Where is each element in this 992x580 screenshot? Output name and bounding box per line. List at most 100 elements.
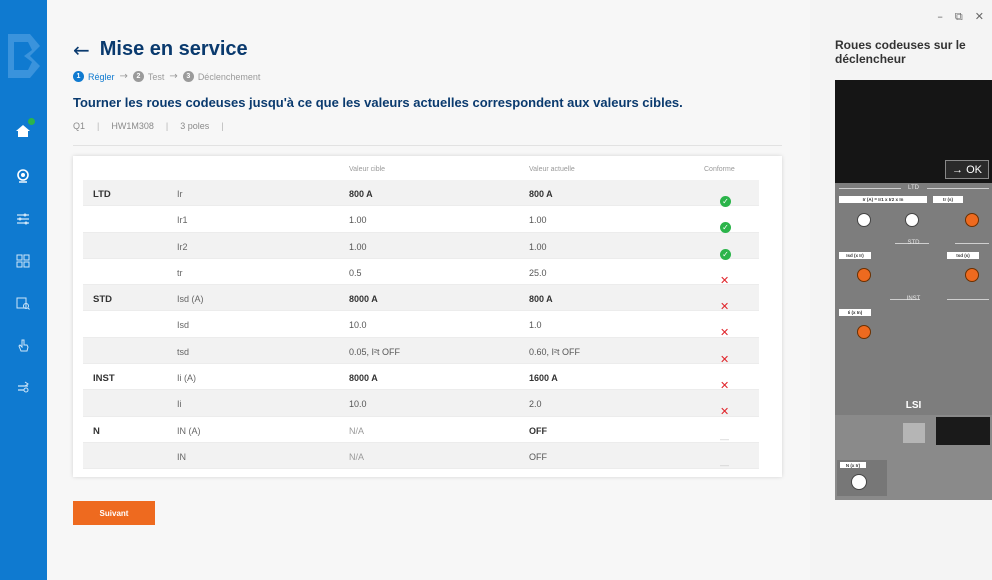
table-row: STD Isd (A) 8000 A 800 A ✕ [83,285,759,313]
table-row: Ir1 1.00 1.00 ✓ [83,206,759,234]
nav-rail [0,0,47,580]
settings-icon[interactable] [12,376,34,398]
step-1-label[interactable]: Régler [88,72,115,82]
table-row: Isd 10.0 1.0 ✕ [83,311,759,339]
row-target-value: N/A [349,425,365,436]
dial-isd[interactable] [857,268,871,282]
row-group: INST [93,373,115,385]
row-parameter: Isd [177,320,190,331]
sliders-icon[interactable] [12,208,34,230]
section-line [927,188,989,189]
row-actual-value: 2.0 [529,399,542,410]
hand-icon[interactable] [12,334,34,356]
dial-tr[interactable] [965,213,979,227]
arrow-right-icon: → [119,71,128,82]
row-actual-value: 1.00 [529,241,547,252]
meta-separator: | [97,121,100,131]
header-target: Valeur cible [349,166,386,173]
dial-ir2[interactable] [905,213,919,227]
row-actual-value: 800 A [529,189,553,199]
table-row: LTD Ir 800 A 800 A ✓ [83,180,759,207]
step-1-number: 1 [73,71,84,82]
row-target-value: 8000 A [349,294,378,305]
dial-isd-label: Isd (x Ir) [839,252,871,259]
location-icon[interactable] [12,166,34,188]
stepper: 1 Régler → 2 Test → 3 Déclenchement [73,71,260,82]
arrow-left-icon[interactable]: ← [73,40,90,60]
section-line [955,243,989,244]
meta-separator: | [221,121,224,131]
table-row: N IN (A) N/A OFF — [83,417,759,444]
header-status: Conforme [704,166,735,173]
dial-tsd[interactable] [965,268,979,282]
row-parameter: tr [177,267,183,278]
maximize-icon[interactable]: ⧉ [955,10,963,24]
home-icon[interactable] [12,117,36,142]
table-header: Valeur cible Valeur actuelle Conforme [73,156,782,180]
row-parameter: IN (A) [177,425,201,436]
trip-unit-type-label: LSI [905,400,922,411]
neutral-dial-panel: N (x Ir) [837,460,887,496]
header-actual: Valeur actuelle [529,166,575,173]
dial-tsd-label: tsd (s) [947,252,979,259]
table-row: INST Ii (A) 8000 A 1600 A ✕ [83,364,759,392]
row-group: N [93,425,100,437]
row-parameter: Isd (A) [177,294,204,305]
table-row: tsd 0.05, I²t OFF 0.60, I²t OFF ✕ [83,337,759,365]
dial-n-label: N (x Ir) [840,462,866,468]
row-target-value: 0.05, I²t OFF [349,346,401,357]
row-actual-value: OFF [529,425,547,436]
home-status-badge [27,117,36,126]
dash-icon: — [720,459,729,470]
row-parameter: IN [177,451,186,462]
row-parameter: Ir [177,189,183,199]
meta-model: HW1M308 [111,121,154,131]
step-3-number: 3 [182,71,194,82]
step-3-label[interactable]: Déclenchement [198,72,261,82]
side-panel-title: Roues codeuses sur le déclencheur [835,38,966,66]
ok-button[interactable]: → OK [945,160,989,179]
dial-n[interactable] [851,474,867,490]
minimize-icon[interactable]: – [937,10,943,24]
app-root: ← Mise en service 1 Régler → 2 Test → 3 … [0,0,992,580]
row-parameter: Ii [177,399,182,410]
table-row: Ir2 1.00 1.00 ✓ [83,232,759,260]
row-parameter: Ii (A) [177,373,196,384]
row-actual-value: 0.60, I²t OFF [529,346,581,357]
dial-ii[interactable] [857,325,871,339]
row-actual-value: 25.0 [529,267,547,278]
row-parameter: Ir1 [177,215,188,226]
grid-icon[interactable] [12,250,34,272]
step-2-label[interactable]: Test [148,72,165,82]
dial-ir1[interactable] [857,213,871,227]
table-row: tr 0.5 25.0 ✕ [83,259,759,286]
instruction-text: Tourner les roues codeuses jusqu'à ce qu… [73,95,683,110]
step-2-number: 2 [132,71,144,82]
row-target-value: 800 A [349,189,373,199]
table-body: LTD Ir 800 A 800 A ✓ Ir1 1.00 1.00 ✓ Ir2 1.00 1.00 ✓… [83,180,759,470]
row-target-value: N/A [349,451,365,462]
row-target-value: 10.0 [349,399,367,410]
row-target-value: 8000 A [349,373,378,384]
trip-unit-dials: LTD Ir (A) = Ir1 x Ir2 x In tr (s) STD I… [835,183,992,415]
settings-table-card: Valeur cible Valeur actuelle Conforme LT… [73,156,782,477]
battery-cover [936,417,990,445]
row-parameter: Ir2 [177,241,188,252]
close-icon[interactable]: ✕ [975,10,984,24]
meta-separator: | [165,121,169,131]
dial-ir-label: Ir (A) = Ir1 x Ir2 x In [839,196,927,203]
dial-tr-label: tr (s) [933,196,963,203]
table-row: Ii 10.0 2.0 ✕ [83,390,759,418]
report-icon[interactable] [12,292,34,314]
row-target-value: 0.5 [349,267,362,278]
next-button[interactable]: Suivant [73,501,155,525]
row-group: LTD [93,189,111,200]
header-divider [73,145,782,146]
row-parameter: tsd [177,346,190,357]
meta-id: Q1 [73,121,86,131]
row-group: STD [93,294,112,306]
dial-ii-label: Ii (x In) [839,309,871,316]
device-meta: Q1 | HW1M308 | 3 poles | [73,121,236,131]
meta-poles: 3 poles [180,121,210,131]
row-target-value: 10.0 [349,320,367,331]
